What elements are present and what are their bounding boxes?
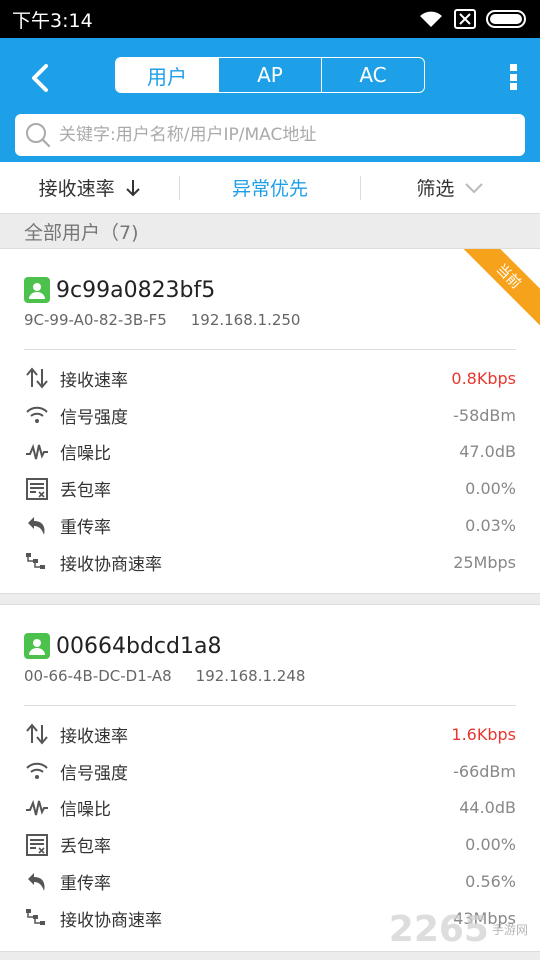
- search-icon: [26, 123, 51, 148]
- device-ip: 192.168.1.250: [190, 311, 301, 329]
- wifi-icon: [420, 11, 442, 27]
- device-ip: 192.168.1.248: [195, 667, 306, 685]
- metric-snr: 信噪比 44.0dB: [24, 790, 516, 827]
- metric-packet-loss: 丢包率 0.00%: [24, 470, 516, 507]
- metric-retransmit: 重传率 0.56%: [24, 863, 516, 900]
- user-avatar-icon: [24, 277, 50, 303]
- status-bar: 下午3:14: [0, 0, 540, 38]
- filter-bar: 接收速率 异常优先 筛选: [0, 162, 540, 214]
- wifi-signal-icon: [24, 405, 50, 425]
- filter-button[interactable]: 筛选: [361, 174, 540, 201]
- metric-snr: 信噪比 47.0dB: [24, 434, 516, 471]
- group-header: 全部用户（7): [0, 214, 540, 248]
- app-header: 用户 AP AC: [0, 38, 540, 162]
- transfer-arrows-icon: [24, 723, 50, 745]
- more-menu-icon[interactable]: [508, 64, 518, 90]
- tab-ap[interactable]: AP: [218, 58, 321, 92]
- back-icon[interactable]: [24, 60, 60, 96]
- abnormal-first-button[interactable]: 异常优先: [180, 174, 359, 201]
- device-card[interactable]: 00664bdcd1a8 00-66-4B-DC-D1-A8 192.168.1…: [0, 604, 540, 952]
- device-name: 00664bdcd1a8: [56, 633, 222, 659]
- metric-signal: 信号强度 -66dBm: [24, 753, 516, 790]
- search-box[interactable]: [15, 114, 525, 156]
- undo-icon: [24, 515, 50, 537]
- metric-negotiated-rate: 接收协商速率 25Mbps: [24, 544, 516, 581]
- sort-rx-rate-button[interactable]: 接收速率: [0, 174, 179, 201]
- no-sim-icon: [454, 9, 476, 29]
- status-time: 下午3:14: [12, 9, 93, 32]
- metric-signal: 信号强度 -58dBm: [24, 397, 516, 434]
- device-mac: 9C-99-A0-82-3B-F5: [24, 311, 167, 329]
- tab-users[interactable]: 用户: [116, 58, 218, 92]
- sort-label: 接收速率: [38, 178, 115, 200]
- watermark-logo: 2265 手游网: [388, 909, 528, 950]
- packet-loss-icon: [24, 833, 50, 856]
- device-mac: 00-66-4B-DC-D1-A8: [24, 667, 172, 685]
- wifi-signal-icon: [24, 761, 50, 781]
- device-card[interactable]: 当前 9c99a0823bf5 9C-99-A0-82-3B-F5 192.16…: [0, 248, 540, 594]
- packet-loss-icon: [24, 477, 50, 500]
- priority-label: 异常优先: [231, 178, 308, 200]
- search-input[interactable]: [59, 125, 499, 145]
- divider: [24, 705, 516, 706]
- user-avatar-icon: [24, 633, 50, 659]
- metric-rx-rate: 接收速率 1.6Kbps: [24, 716, 516, 753]
- filter-label: 筛选: [416, 178, 455, 200]
- undo-icon: [24, 871, 50, 893]
- device-name: 9c99a0823bf5: [56, 277, 216, 303]
- waveform-icon: [24, 442, 50, 462]
- status-icons: [418, 9, 528, 29]
- tab-ac[interactable]: AC: [321, 58, 424, 92]
- divider: [24, 349, 516, 350]
- waveform-icon: [24, 798, 50, 818]
- transfer-arrows-icon: [24, 367, 50, 389]
- chevron-down-icon: [465, 182, 484, 193]
- metric-retransmit: 重传率 0.03%: [24, 507, 516, 544]
- stairs-icon: [24, 551, 50, 573]
- battery-icon: [486, 10, 526, 28]
- arrow-down-icon: [125, 179, 140, 196]
- stairs-icon: [24, 907, 50, 929]
- segment-tabs: 用户 AP AC: [115, 57, 425, 93]
- metric-packet-loss: 丢包率 0.00%: [24, 826, 516, 863]
- metric-rx-rate: 接收速率 0.8Kbps: [24, 360, 516, 397]
